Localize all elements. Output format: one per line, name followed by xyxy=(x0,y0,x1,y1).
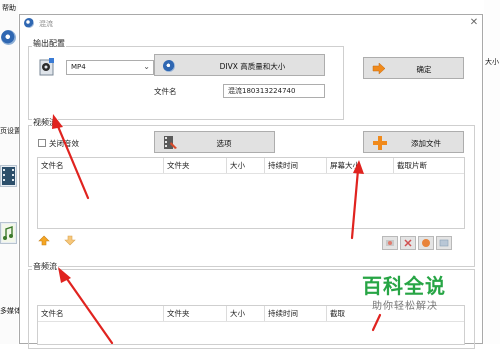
remove-file-button[interactable] xyxy=(382,236,398,250)
move-up-icon[interactable] xyxy=(38,235,50,246)
arrow-right-icon xyxy=(372,62,386,75)
dialog-app-icon xyxy=(24,18,34,28)
size-column-fragment: 大小 xyxy=(485,58,499,66)
audio-col-folder[interactable]: 文件夹 xyxy=(164,306,227,321)
quality-profile-label: DIVX 高质量和大小 xyxy=(219,62,286,71)
plus-icon xyxy=(373,136,387,150)
music-note-icon[interactable] xyxy=(0,222,17,244)
audio-col-size[interactable]: 大小 xyxy=(227,306,265,321)
col-duration[interactable]: 持续时间 xyxy=(265,158,327,173)
confirm-label: 确定 xyxy=(416,65,432,74)
remove-icon xyxy=(386,240,394,246)
watermark-subtitle: 助你轻松解决 xyxy=(372,301,438,312)
video-film-icon[interactable] xyxy=(0,165,17,187)
options-label: 选项 xyxy=(216,139,232,148)
background-app-right xyxy=(484,0,500,344)
file-info-button[interactable] xyxy=(436,236,452,250)
format-icon xyxy=(38,57,56,77)
info-icon xyxy=(439,239,449,247)
audio-col-duration[interactable]: 持续时间 xyxy=(265,306,327,321)
add-file-label: 添加文件 xyxy=(411,139,441,148)
film-options-icon xyxy=(164,136,177,149)
output-format-select[interactable]: MP4 ⌄ xyxy=(66,60,154,75)
video-file-table[interactable]: 文件名 文件夹 大小 持续时间 屏幕大小 截取片断 xyxy=(37,157,465,229)
output-config-label: 输出配置 xyxy=(32,38,66,49)
delete-file-button[interactable] xyxy=(400,236,416,250)
audio-col-filename[interactable]: 文件名 xyxy=(38,306,164,321)
help-menu[interactable]: 帮助 xyxy=(2,3,16,13)
add-file-button[interactable]: 添加文件 xyxy=(363,131,464,153)
options-button[interactable]: 选项 xyxy=(154,131,275,153)
audio-stream-label: 音频流 xyxy=(32,261,58,272)
play-icon xyxy=(422,239,430,247)
page-setup-label: 页设置 xyxy=(0,127,21,135)
play-file-button[interactable] xyxy=(418,236,434,250)
col-folder[interactable]: 文件夹 xyxy=(164,158,227,173)
chevron-down-icon: ⌄ xyxy=(143,62,150,71)
dialog-title: 混流 xyxy=(39,20,53,28)
filename-input[interactable]: 混流180313224740 xyxy=(223,84,325,98)
app-logo-icon xyxy=(1,30,16,45)
disc-icon xyxy=(163,60,175,72)
filename-label: 文件名 xyxy=(154,87,177,96)
quality-profile-button[interactable]: DIVX 高质量和大小 xyxy=(154,54,325,76)
confirm-button[interactable]: 确定 xyxy=(363,57,464,79)
col-clip[interactable]: 截取片断 xyxy=(394,158,464,173)
output-format-value: MP4 xyxy=(71,63,86,71)
multimedia-label: 多媒体 xyxy=(0,307,21,315)
mute-checkbox-label: 关闭音效 xyxy=(49,139,79,148)
watermark-title: 百科全说 xyxy=(362,274,446,298)
col-size[interactable]: 大小 xyxy=(227,158,265,173)
move-down-icon[interactable] xyxy=(64,235,76,246)
col-filename[interactable]: 文件名 xyxy=(38,158,164,173)
col-screen-size[interactable]: 屏幕大小 xyxy=(327,158,394,173)
close-icon[interactable]: ✕ xyxy=(468,17,480,29)
video-stream-label: 视频流 xyxy=(32,117,58,128)
delete-icon xyxy=(404,239,412,247)
mute-checkbox[interactable] xyxy=(38,139,46,147)
